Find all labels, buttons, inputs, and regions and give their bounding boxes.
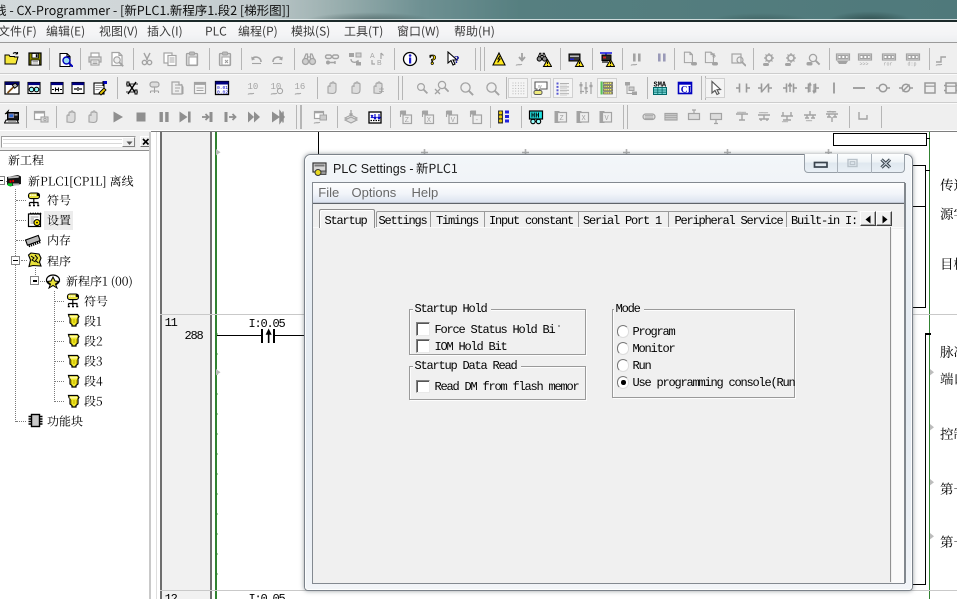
svg-text:d:p: d:p <box>907 61 916 67</box>
svg-text:B: B <box>377 60 382 67</box>
svg-text:Z: Z <box>559 115 563 123</box>
svg-text:A: A <box>370 53 375 60</box>
svg-text:10: 10 <box>270 82 281 92</box>
svg-text:?: ? <box>429 52 437 67</box>
svg-text:CI: CI <box>681 85 692 95</box>
svg-text:16: 16 <box>294 82 305 92</box>
svg-text:0.02: 0.02 <box>217 89 228 95</box>
svg-text:-: - <box>475 117 479 125</box>
svg-text:>>>: >>> <box>860 61 869 67</box>
svg-text:ror: ror <box>884 61 893 67</box>
svg-text:?: ? <box>454 54 460 66</box>
svg-text:10: 10 <box>248 82 259 92</box>
svg-text:Z: Z <box>404 117 408 125</box>
